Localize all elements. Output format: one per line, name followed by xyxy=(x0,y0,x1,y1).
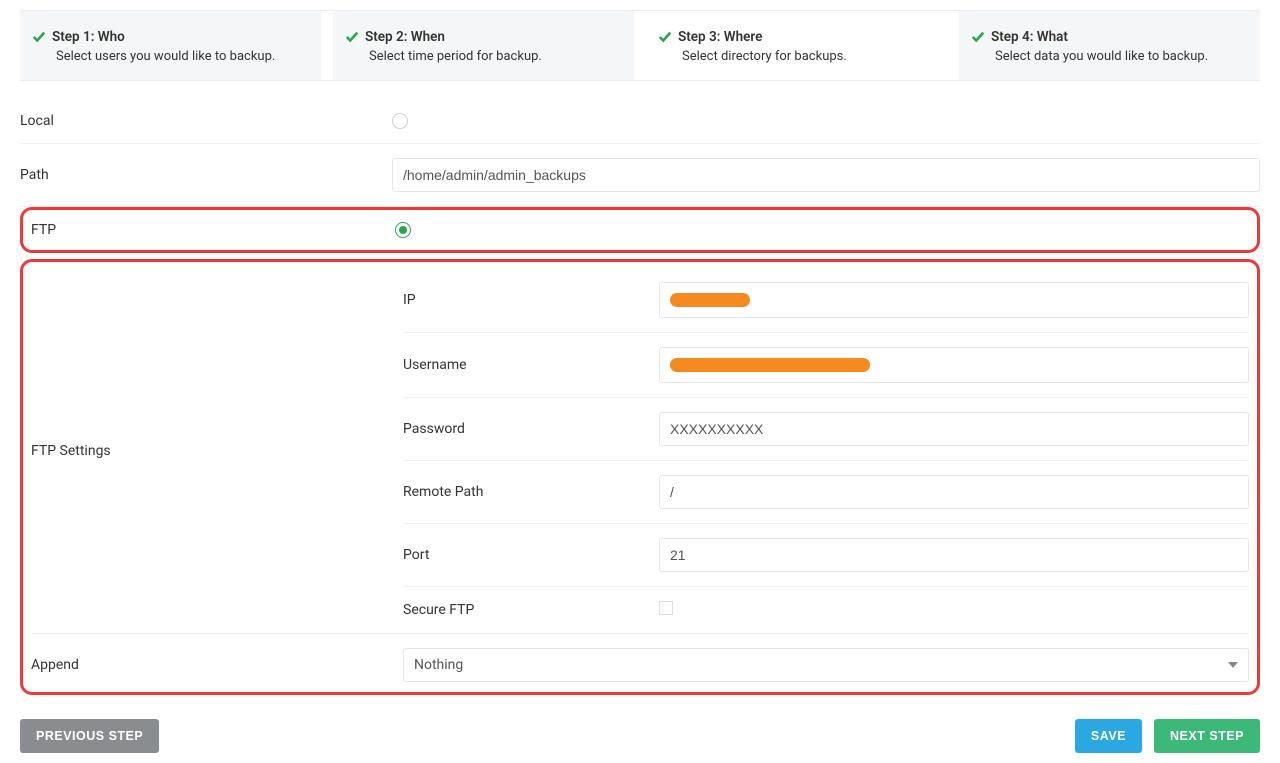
step-title: Step 4: What xyxy=(991,29,1068,45)
append-row: Append Nothing xyxy=(31,634,1249,692)
password-input[interactable] xyxy=(659,412,1249,446)
ftp-radio[interactable] xyxy=(395,222,411,238)
password-row: Password xyxy=(403,398,1249,461)
step-subtitle: Select time period for backup. xyxy=(345,49,622,64)
next-step-button[interactable]: NEXT STEP xyxy=(1154,719,1260,753)
append-selected-value: Nothing xyxy=(414,657,463,673)
port-label: Port xyxy=(403,547,659,563)
username-input[interactable] xyxy=(659,347,1249,383)
ftp-settings-label: FTP Settings xyxy=(31,268,403,633)
checkmark-icon xyxy=(971,30,985,44)
secure-ftp-label: Secure FTP xyxy=(403,602,659,618)
ip-redacted xyxy=(670,293,750,307)
local-row: Local xyxy=(20,99,1260,144)
ftp-settings-highlight: FTP Settings IP Username xyxy=(20,259,1260,695)
step-title: Step 1: Who xyxy=(52,29,125,45)
step-subtitle: Select users you would like to backup. xyxy=(32,49,309,64)
port-input[interactable] xyxy=(659,538,1249,572)
password-label: Password xyxy=(403,421,659,437)
checkmark-icon xyxy=(32,30,46,44)
step-subtitle: Select data you would like to backup. xyxy=(971,49,1248,64)
path-label: Path xyxy=(20,167,392,183)
remote-path-input[interactable] xyxy=(659,475,1249,509)
step-4[interactable]: Step 4: What Select data you would like … xyxy=(959,11,1260,80)
wizard-footer: PREVIOUS STEP SAVE NEXT STEP xyxy=(20,719,1260,753)
ftp-row-highlight: FTP xyxy=(20,207,1260,253)
wizard-steps: Step 1: Who Select users you would like … xyxy=(20,10,1260,81)
chevron-down-icon xyxy=(1228,662,1238,668)
save-button[interactable]: SAVE xyxy=(1075,719,1142,753)
username-redacted xyxy=(670,358,870,372)
local-radio[interactable] xyxy=(392,113,408,129)
ip-input[interactable] xyxy=(659,282,1249,318)
remote-path-row: Remote Path xyxy=(403,461,1249,524)
remote-path-label: Remote Path xyxy=(403,484,659,500)
ftp-label: FTP xyxy=(31,222,395,238)
port-row: Port xyxy=(403,524,1249,587)
username-row: Username xyxy=(403,333,1249,398)
step-2[interactable]: Step 2: When Select time period for back… xyxy=(333,11,634,80)
step-subtitle: Select directory for backups. xyxy=(658,49,935,64)
checkmark-icon xyxy=(658,30,672,44)
local-label: Local xyxy=(20,113,392,129)
secure-ftp-checkbox[interactable] xyxy=(659,601,673,615)
ip-label: IP xyxy=(403,292,659,308)
step-title: Step 2: When xyxy=(365,29,445,45)
previous-step-button[interactable]: PREVIOUS STEP xyxy=(20,719,159,753)
path-input[interactable] xyxy=(392,158,1260,192)
secure-ftp-row: Secure FTP xyxy=(403,587,1249,633)
path-row: Path xyxy=(20,144,1260,207)
step-1[interactable]: Step 1: Who Select users you would like … xyxy=(20,11,321,80)
append-label: Append xyxy=(31,657,403,673)
checkmark-icon xyxy=(345,30,359,44)
append-select[interactable]: Nothing xyxy=(403,648,1249,682)
ip-row: IP xyxy=(403,268,1249,333)
step-title: Step 3: Where xyxy=(678,29,762,45)
step-3[interactable]: Step 3: Where Select directory for backu… xyxy=(646,11,947,80)
username-label: Username xyxy=(403,357,659,373)
